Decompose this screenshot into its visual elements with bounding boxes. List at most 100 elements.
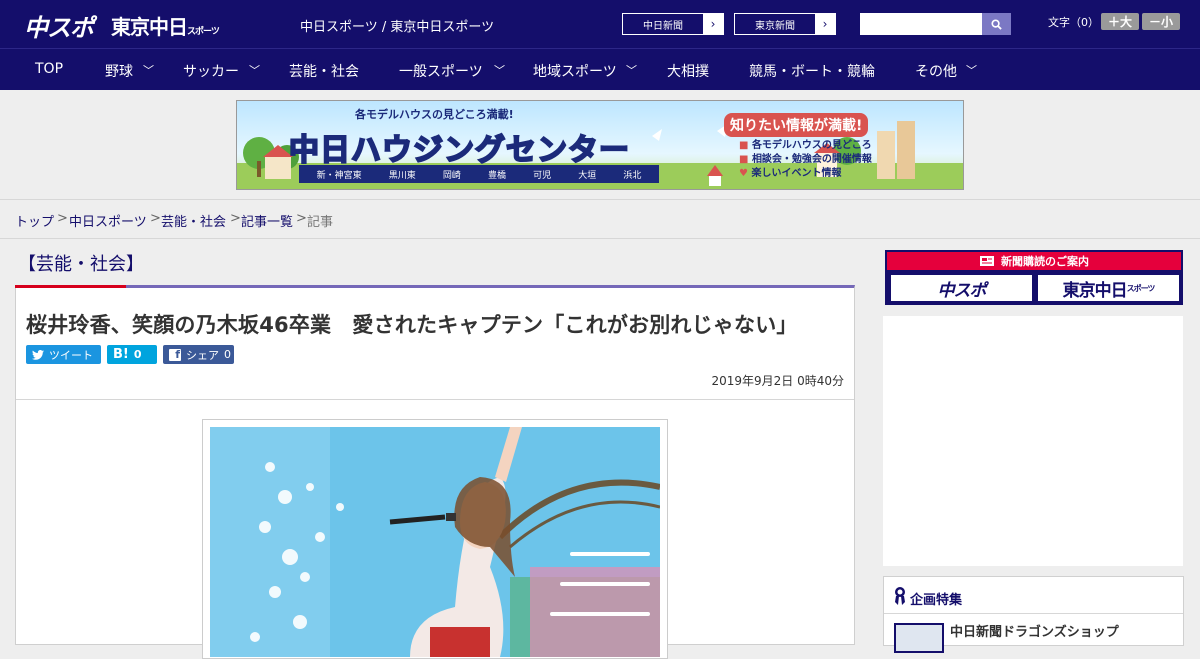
banner-locations: 新・神宮東 黒川東 岡崎 豊橋 可児 大垣 浜北 (299, 165, 659, 183)
chevron-down-icon: ﹀ (626, 64, 637, 77)
banner-location: 黒川東 (388, 170, 416, 181)
newspaper-icon (980, 256, 994, 266)
chevron-down-icon: ﹀ (249, 64, 260, 77)
tokyo-chunichi-logo-text: 東京中日 (111, 15, 188, 39)
breadcrumb-separator: > (296, 211, 307, 226)
breadcrumb-entertainment[interactable]: 芸能・社会 (161, 211, 226, 230)
font-smaller-button[interactable]: －小 (1142, 13, 1180, 30)
facebook-share-count: 0 (224, 348, 231, 361)
banner-title: 中日ハウジングセンター (288, 132, 630, 169)
concert-photo-illustration (210, 427, 660, 657)
hatena-bookmark-button[interactable]: B! 0 (107, 345, 157, 364)
tokyo-shimbun-label: 東京新聞 (755, 20, 795, 32)
breadcrumb-article-list[interactable]: 記事一覧 (241, 211, 293, 230)
breadcrumb-chunichi-sports[interactable]: 中日スポーツ (69, 211, 147, 230)
breadcrumb-separator: > (150, 211, 161, 226)
main-nav: TOP 野球 ﹀ サッカー ﹀ 芸能・社会 一般スポーツ ﹀ 地域スポーツ ﹀ … (0, 48, 1200, 90)
breadcrumb-separator: > (57, 211, 68, 226)
banner-right-title: 知りたい情報が満載! (724, 113, 869, 137)
tokyo-chunichi-subscribe-small: スポーツ (1126, 283, 1156, 293)
chevron-down-icon: ﹀ (494, 64, 505, 77)
banner-right-item: ♥ 楽しいイベント情報 (739, 167, 872, 181)
breadcrumb: トップ > 中日スポーツ > 芸能・社会 > 記事一覧 > 記事 (0, 201, 1200, 239)
banner-location: 新・神宮東 (316, 170, 362, 181)
nav-item-general-sports[interactable]: 一般スポーツ (399, 61, 483, 81)
banner-location: 浜北 (623, 170, 642, 181)
breadcrumb-top[interactable]: トップ (15, 211, 54, 230)
tokyo-chunichi-subscribe-logo[interactable]: 東京中日 スポーツ (1037, 274, 1180, 302)
hatena-count: 0 (133, 348, 142, 361)
feature-box: 企画特集 中日新聞ドラゴンズショップ (883, 576, 1184, 653)
hatena-icon: B! (113, 347, 129, 362)
article-headline: 桜井玲香、笑顔の乃木坂46卒業 愛されたキャプテン「これがお別れじゃない」 (26, 313, 798, 337)
sidebar-ad-slot[interactable] (883, 316, 1183, 566)
housing-center-ad-banner[interactable]: 各モデルハウスの見どころ満載! 中日ハウジングセンター 新・神宮東 黒川東 岡崎… (236, 100, 964, 190)
nav-item-local-sports[interactable]: 地域スポーツ (533, 61, 617, 81)
nav-item-racing[interactable]: 競馬・ボート・競輪 (749, 61, 875, 81)
font-bigger-button[interactable]: ＋大 (1101, 13, 1139, 30)
font-size-label: 文字（0） (1048, 16, 1099, 29)
banner-right-item-label: 相談会・勉強会の開催情報 (751, 154, 872, 165)
nav-item-baseball[interactable]: 野球 (105, 61, 133, 81)
search-input[interactable] (860, 13, 982, 35)
banner-location: 豊橋 (487, 170, 506, 181)
twitter-icon (32, 349, 44, 360)
article-photo-frame (202, 419, 668, 659)
banner-location: 岡崎 (442, 170, 461, 181)
banner-right-item-label: 各モデルハウスの見どころ (751, 140, 872, 151)
article: 桜井玲香、笑顔の乃木坂46卒業 愛されたキャプテン「これがお別れじゃない」 ツイ… (15, 285, 855, 659)
accent-bar (15, 285, 126, 288)
subscription-heading-text: 新聞購読のご案内 (1001, 255, 1089, 268)
search-icon (991, 18, 1002, 30)
nav-item-other[interactable]: その他 (915, 61, 957, 81)
facebook-share-label: シェア (186, 348, 219, 362)
nav-item-top[interactable]: TOP (35, 61, 63, 77)
banner-right-item: ■ 相談会・勉強会の開催情報 (739, 153, 872, 167)
subscription-heading[interactable]: 新聞購読のご案内 (887, 252, 1181, 270)
banner-area: 各モデルハウスの見どころ満載! 中日ハウジングセンター 新・神宮東 黒川東 岡崎… (0, 90, 1200, 200)
award-ribbon-icon (895, 587, 905, 605)
tweet-button[interactable]: ツイート (26, 345, 101, 364)
breadcrumb-current: 記事 (307, 215, 334, 230)
banner-right-item-label: 楽しいイベント情報 (751, 168, 842, 179)
nav-item-soccer[interactable]: サッカー (183, 61, 239, 81)
divider (16, 399, 854, 400)
book-icon: ■ (739, 154, 752, 165)
breadcrumb-separator: > (230, 211, 241, 226)
banner-right-item: ■ 各モデルハウスの見どころ (739, 139, 872, 153)
site-header: 中スポ 東京中日スポーツ 中日スポーツ / 東京中日スポーツ 中日新聞 › 東京… (0, 0, 1200, 48)
facebook-icon: f (169, 348, 181, 361)
feature-thumbnail[interactable] (894, 623, 944, 653)
chevron-down-icon: ﹀ (966, 64, 977, 77)
banner-location: 大垣 (578, 170, 597, 181)
banner-right-list: ■ 各モデルハウスの見どころ ■ 相談会・勉強会の開催情報 ♥ 楽しいイベント情… (739, 139, 872, 181)
tweet-label: ツイート (49, 348, 93, 362)
search-button[interactable] (982, 13, 1011, 35)
article-photo[interactable] (210, 427, 660, 657)
nav-item-entertainment[interactable]: 芸能・社会 (289, 61, 359, 81)
feature-item-link[interactable]: 中日新聞ドラゴンズショップ (950, 621, 1119, 640)
subscription-box: 新聞購読のご案内 中スポ 東京中日 スポーツ (885, 250, 1183, 305)
chevron-right-icon: › (815, 14, 835, 34)
chevron-down-icon: ﹀ (143, 64, 154, 77)
site-title: 中日スポーツ / 東京中日スポーツ (300, 20, 495, 35)
chevron-right-icon: › (703, 14, 723, 34)
tokyo-chunichi-logo-small: スポーツ (187, 27, 220, 37)
nav-item-sumo[interactable]: 大相撲 (667, 61, 709, 81)
tokyo-chunichi-logo[interactable]: 東京中日スポーツ (111, 11, 220, 40)
heart-icon: ♥ (739, 168, 752, 179)
house-icon: ■ (739, 140, 752, 151)
article-date: 2019年9月2日 0時40分 (711, 374, 844, 388)
chunichi-shimbun-link[interactable]: 中日新聞 › (622, 13, 724, 35)
divider (884, 613, 1183, 614)
banner-location: 可児 (533, 170, 552, 181)
tokyo-chunichi-subscribe-text: 東京中日 (1062, 280, 1128, 301)
banner-top-text: 各モデルハウスの見どころ満載! (355, 108, 514, 121)
facebook-share-button[interactable]: f シェア 0 (163, 345, 234, 364)
feature-title: 企画特集 (910, 593, 963, 608)
category-heading[interactable]: 【芸能・社会】 (18, 250, 144, 276)
chuspo-subscribe-logo[interactable]: 中スポ (890, 274, 1033, 302)
chunichi-shimbun-label: 中日新聞 (643, 20, 683, 32)
tokyo-shimbun-link[interactable]: 東京新聞 › (734, 13, 836, 35)
chuspo-logo[interactable]: 中スポ (24, 8, 94, 43)
